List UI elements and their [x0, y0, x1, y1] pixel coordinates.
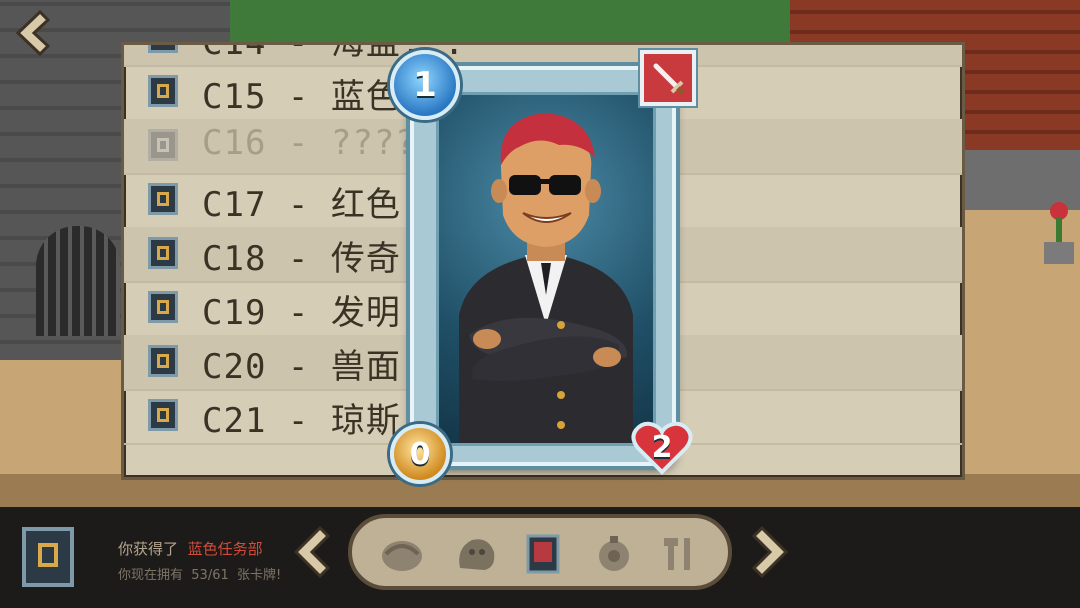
- card-entry-sep: -: [287, 293, 310, 333]
- card-entry-code: C19: [202, 293, 267, 333]
- card-cost-value: 1: [413, 65, 437, 105]
- building-window: [960, 150, 1080, 210]
- category-tabs: [348, 514, 732, 590]
- card-slot-icon: [148, 345, 178, 377]
- owned-count: 53/61: [191, 568, 229, 583]
- hair-icon: [382, 541, 422, 571]
- card-entry-code: C16: [202, 123, 267, 163]
- card-slot-icon: [148, 75, 178, 107]
- tab-tools[interactable]: [658, 534, 702, 574]
- card-entry-name: 琼斯: [330, 401, 401, 441]
- card-entry-name: 发明: [330, 293, 401, 333]
- card-slot-icon: [148, 183, 178, 215]
- card-preview[interactable]: [410, 66, 676, 466]
- flower-pot: [1042, 202, 1076, 266]
- card-entry-code: C14: [202, 42, 267, 63]
- tab-rock[interactable]: [454, 534, 498, 574]
- card-entry-code: C21: [202, 401, 267, 441]
- card-entry-sep: -: [287, 347, 310, 387]
- card-health-badge: 2: [630, 418, 694, 476]
- card-entry-label: C20 - 兽面: [202, 339, 401, 388]
- castle-gate: [36, 226, 120, 336]
- game-scene: C14 - 海盗... C15 - 蓝色 C16 - ???? C17 - 红色 C18…: [0, 0, 1080, 608]
- card-entry-sep: -: [287, 77, 310, 117]
- card-list-row[interactable]: C14 - 海盗...: [124, 42, 962, 67]
- card-slot-icon: [148, 45, 178, 53]
- tab-hair[interactable]: [380, 534, 424, 574]
- card-icon: [526, 534, 560, 574]
- owned-label: 你现在拥有: [118, 568, 184, 583]
- owned-message: 你现在拥有 53/61 张卡牌!: [118, 564, 281, 583]
- card-cost-badge: 1: [390, 50, 460, 120]
- reward-message: 你获得了 蓝色任务部: [118, 538, 263, 559]
- tab-cards[interactable]: [522, 534, 566, 574]
- card-art: [436, 92, 656, 446]
- next-category-button[interactable]: [751, 524, 792, 580]
- card-entry-sep: -: [287, 123, 310, 163]
- card-entry-label: C21 - 琼斯: [202, 393, 401, 442]
- card-pack-icon: [22, 527, 74, 587]
- card-attack-badge: 0: [390, 424, 450, 484]
- card-entry-sep: -: [287, 185, 310, 225]
- card-health-value: 2: [651, 429, 673, 465]
- prev-category-button[interactable]: [290, 524, 331, 580]
- card-slot-icon: [148, 291, 178, 323]
- card-entry-code: C15: [202, 77, 267, 117]
- tools-icon: [664, 538, 690, 570]
- card-entry-code: C17: [202, 185, 267, 225]
- card-slot-icon: [148, 399, 178, 431]
- card-entry-name: 兽面: [330, 347, 401, 387]
- card-entry-label: C15 - 蓝色: [202, 69, 401, 118]
- reward-prefix: 你获得了: [118, 540, 179, 558]
- tab-bomb[interactable]: [592, 534, 636, 574]
- rock-icon: [459, 539, 495, 570]
- grass-patch: [230, 0, 790, 42]
- card-entry-code: C20: [202, 347, 267, 387]
- card-entry-name: 红色: [330, 185, 401, 225]
- card-entry-label: C16 - ????: [202, 123, 417, 163]
- card-slot-icon: [148, 129, 178, 161]
- card-entry-name: 传奇: [330, 239, 401, 279]
- card-slot-icon: [148, 237, 178, 269]
- card-entry-code: C18: [202, 239, 267, 279]
- back-button[interactable]: [6, 6, 54, 60]
- card-entry-sep: -: [287, 42, 310, 63]
- reward-item: 蓝色任务部: [187, 540, 263, 558]
- card-entry-label: C18 - 传奇: [202, 231, 401, 280]
- sword-icon: [640, 50, 696, 106]
- card-attack-value: 0: [409, 436, 431, 472]
- card-entry-label: C17 - 红色: [202, 177, 401, 226]
- card-entry-label: C19 - 发明: [202, 285, 401, 334]
- card-entry-name: ????: [330, 123, 417, 163]
- card-entry-sep: -: [287, 239, 310, 279]
- owned-suffix: 张卡牌!: [237, 568, 282, 583]
- card-entry-sep: -: [287, 401, 310, 441]
- bomb-icon: [599, 536, 629, 571]
